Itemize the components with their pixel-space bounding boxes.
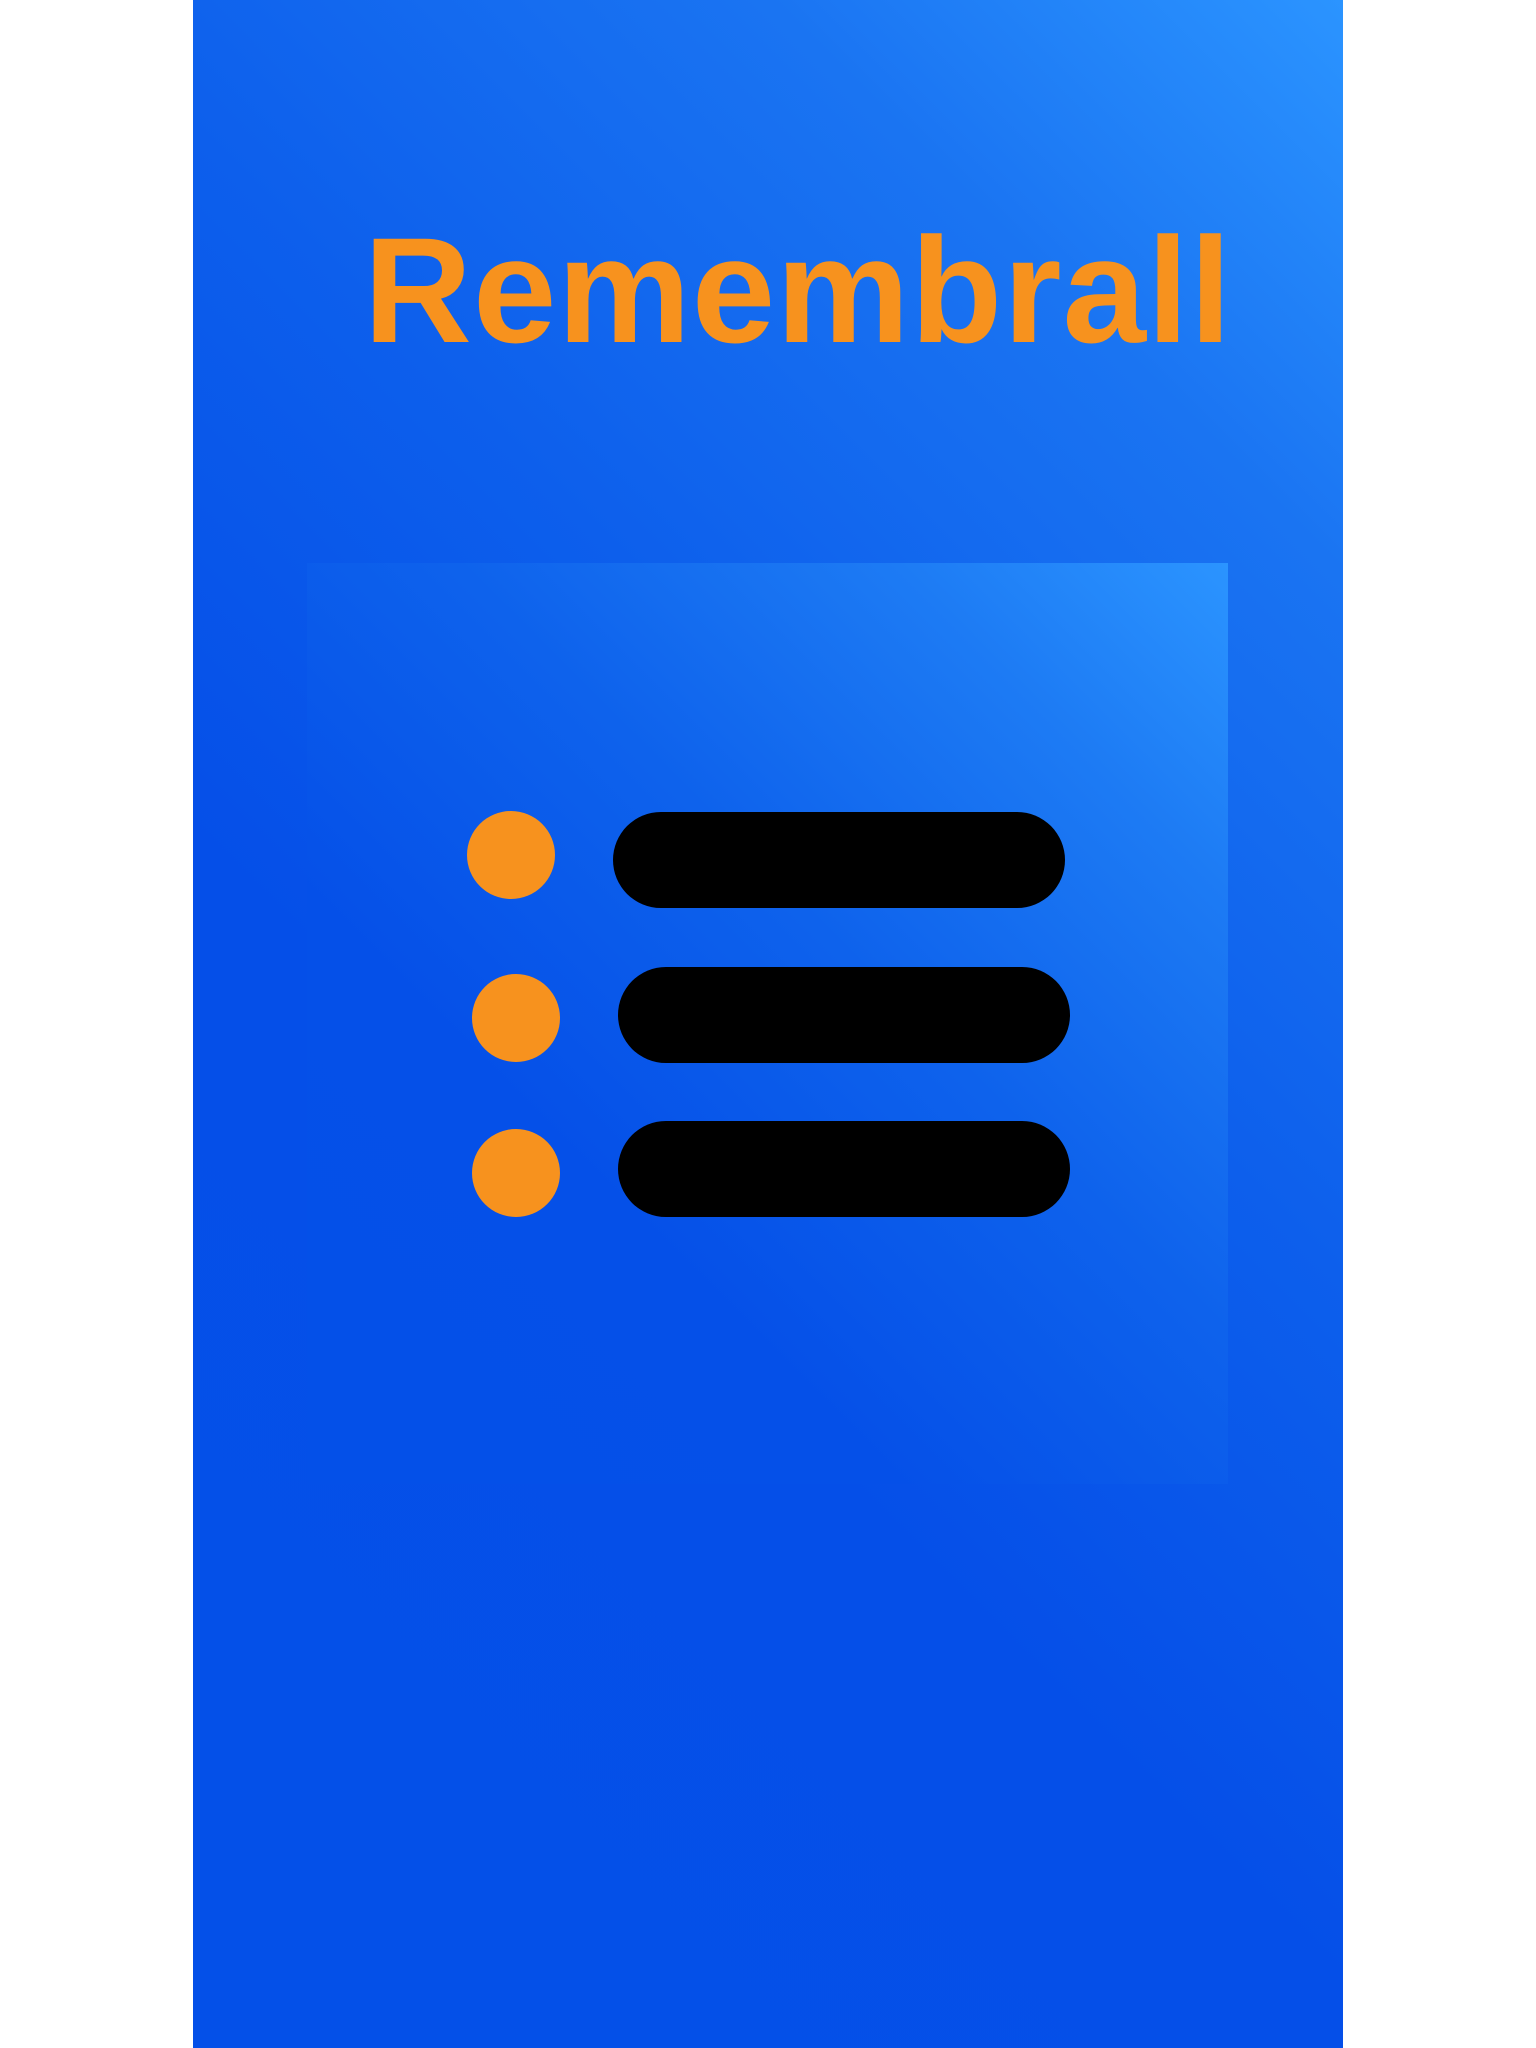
bullet-dot bbox=[467, 811, 555, 899]
list-icon bbox=[467, 811, 1070, 1217]
app-logo bbox=[307, 563, 1228, 1484]
list-bar bbox=[613, 812, 1065, 908]
list-bar bbox=[618, 1121, 1070, 1217]
app-title: Remembrall bbox=[363, 206, 1233, 374]
list-row-1 bbox=[467, 811, 1065, 908]
list-row-3 bbox=[472, 1121, 1070, 1217]
page: Remembrall bbox=[0, 0, 1536, 2048]
bullet-dot bbox=[472, 1129, 560, 1217]
list-row-2 bbox=[472, 967, 1070, 1063]
splash-screen: Remembrall bbox=[193, 0, 1343, 2048]
list-bar bbox=[618, 967, 1070, 1063]
bullet-dot bbox=[472, 974, 560, 1062]
